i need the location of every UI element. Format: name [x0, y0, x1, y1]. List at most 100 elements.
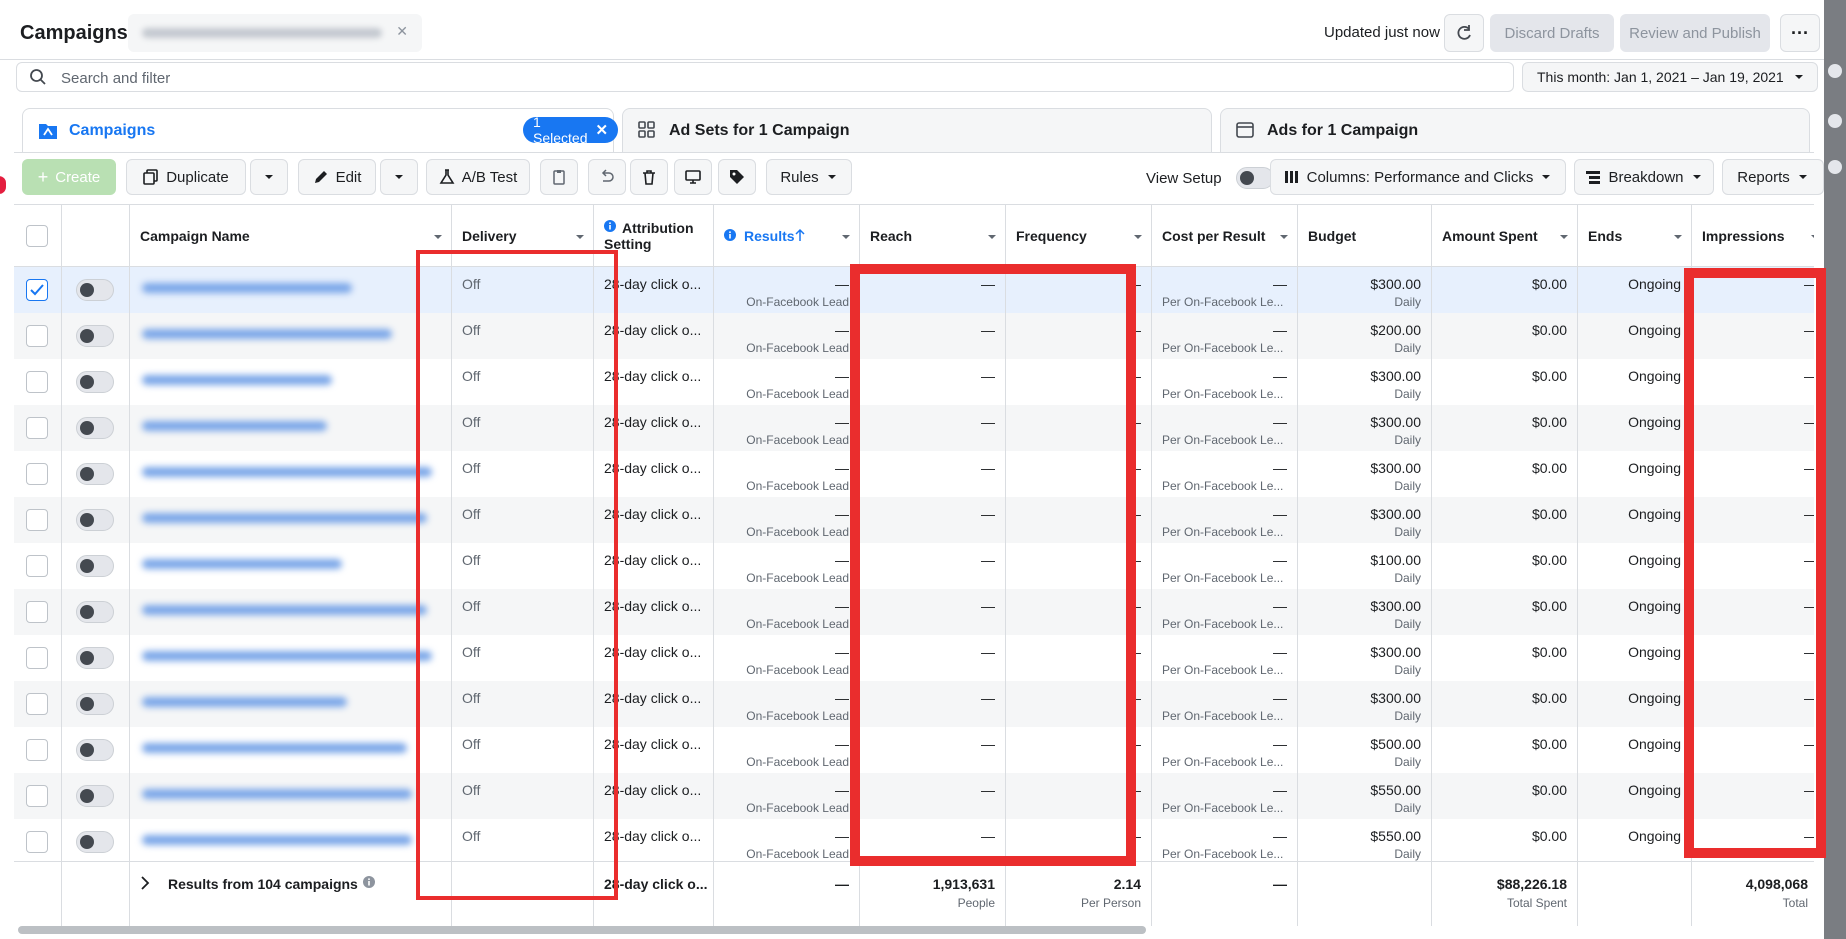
- row-checkbox[interactable]: [26, 785, 48, 807]
- campaign-on-off-toggle[interactable]: [76, 463, 114, 485]
- cell-frequency[interactable]: —: [1006, 819, 1152, 865]
- clear-icon[interactable]: ✕: [396, 23, 408, 40]
- table-row[interactable]: Off 28-day click o... — On-Facebook Lead — — —…: [14, 681, 1814, 727]
- cell-name[interactable]: [130, 635, 452, 681]
- cell-cost[interactable]: — Per On-Facebook Le...: [1152, 313, 1298, 359]
- refresh-button[interactable]: [1444, 14, 1484, 52]
- row-checkbox[interactable]: [26, 647, 48, 669]
- table-row[interactable]: Off 28-day click o... — On-Facebook Lead — — —…: [14, 635, 1814, 681]
- undo-button[interactable]: [588, 159, 626, 195]
- cell-frequency[interactable]: —: [1006, 359, 1152, 405]
- table-row[interactable]: Off 28-day click o... — On-Facebook Lead — — —…: [14, 267, 1814, 313]
- header-ends[interactable]: Ends: [1578, 205, 1692, 267]
- select-all-checkbox[interactable]: [26, 225, 48, 247]
- cell-delivery[interactable]: Off: [452, 359, 594, 405]
- date-range-selector[interactable]: This month: Jan 1, 2021 – Jan 19, 2021: [1522, 62, 1818, 92]
- cell-cost[interactable]: — Per On-Facebook Le...: [1152, 727, 1298, 773]
- cell-impressions[interactable]: —: [1692, 451, 1814, 497]
- cell-toggle[interactable]: [62, 359, 130, 405]
- campaign-on-off-toggle[interactable]: [76, 325, 114, 347]
- cell-results[interactable]: — On-Facebook Lead: [714, 727, 860, 773]
- clear-selection-icon[interactable]: ✕: [595, 121, 608, 139]
- edit-dropdown-button[interactable]: [380, 159, 418, 195]
- cell-reach[interactable]: —: [860, 451, 1006, 497]
- cell-budget[interactable]: $300.00 Daily: [1298, 635, 1432, 681]
- cell-frequency[interactable]: —: [1006, 681, 1152, 727]
- cell-toggle[interactable]: [62, 543, 130, 589]
- table-row[interactable]: Off 28-day click o... — On-Facebook Lead — — —…: [14, 405, 1814, 451]
- cell-spent[interactable]: $0.00: [1432, 773, 1578, 819]
- row-checkbox[interactable]: [26, 279, 48, 301]
- cell-results[interactable]: — On-Facebook Lead: [714, 819, 860, 865]
- cell-ends[interactable]: Ongoing: [1578, 451, 1692, 497]
- cell-frequency[interactable]: —: [1006, 405, 1152, 451]
- row-checkbox[interactable]: [26, 601, 48, 623]
- campaign-name-redacted[interactable]: [142, 605, 427, 615]
- more-options-button[interactable]: ···: [1780, 14, 1820, 52]
- cell-budget[interactable]: $100.00 Daily: [1298, 543, 1432, 589]
- cell-impressions[interactable]: —: [1692, 773, 1814, 819]
- cell-budget[interactable]: $300.00 Daily: [1298, 267, 1432, 313]
- tag-button[interactable]: [718, 159, 756, 195]
- row-checkbox[interactable]: [26, 509, 48, 531]
- cell-cost[interactable]: — Per On-Facebook Le...: [1152, 819, 1298, 865]
- cell-check[interactable]: [14, 727, 62, 773]
- campaign-name-redacted[interactable]: [142, 789, 412, 799]
- cell-budget[interactable]: $300.00 Daily: [1298, 359, 1432, 405]
- header-impressions[interactable]: Impressions: [1692, 205, 1814, 267]
- tab-campaigns[interactable]: Campaigns 1 Selected ✕: [22, 108, 619, 152]
- cell-check[interactable]: [14, 313, 62, 359]
- cell-ends[interactable]: Ongoing: [1578, 589, 1692, 635]
- cell-name[interactable]: [130, 313, 452, 359]
- cell-results[interactable]: — On-Facebook Lead: [714, 313, 860, 359]
- cell-spent[interactable]: $0.00: [1432, 819, 1578, 865]
- cell-delivery[interactable]: Off: [452, 497, 594, 543]
- sort-caret-icon[interactable]: [987, 232, 997, 242]
- cell-ends[interactable]: Ongoing: [1578, 681, 1692, 727]
- cell-delivery[interactable]: Off: [452, 681, 594, 727]
- cell-check[interactable]: [14, 497, 62, 543]
- campaign-name-redacted[interactable]: [142, 651, 432, 661]
- row-checkbox[interactable]: [26, 693, 48, 715]
- cell-results[interactable]: — On-Facebook Lead: [714, 681, 860, 727]
- campaign-on-off-toggle[interactable]: [76, 509, 114, 531]
- cell-name[interactable]: [130, 681, 452, 727]
- reports-button[interactable]: Reports: [1722, 159, 1824, 195]
- table-row[interactable]: Off 28-day click o... — On-Facebook Lead — — —…: [14, 727, 1814, 773]
- cell-frequency[interactable]: —: [1006, 267, 1152, 313]
- campaign-name-redacted[interactable]: [142, 697, 347, 707]
- cell-ends[interactable]: Ongoing: [1578, 313, 1692, 359]
- selected-count-badge[interactable]: 1 Selected ✕: [523, 114, 619, 146]
- cell-spent[interactable]: $0.00: [1432, 451, 1578, 497]
- cell-impressions[interactable]: —: [1692, 359, 1814, 405]
- cell-reach[interactable]: —: [860, 497, 1006, 543]
- sort-caret-icon[interactable]: [1810, 232, 1814, 242]
- cell-results[interactable]: — On-Facebook Lead: [714, 359, 860, 405]
- campaign-name-redacted[interactable]: [142, 375, 332, 385]
- side-panel-icon[interactable]: [1828, 160, 1842, 174]
- campaign-name-redacted[interactable]: [142, 329, 392, 339]
- cell-ends[interactable]: Ongoing: [1578, 819, 1692, 865]
- header-attribution-setting[interactable]: Attribution Setting: [594, 205, 714, 267]
- campaign-on-off-toggle[interactable]: [76, 371, 114, 393]
- side-panel-icon[interactable]: [1828, 64, 1842, 78]
- cell-name[interactable]: [130, 727, 452, 773]
- campaign-name-redacted[interactable]: [142, 559, 342, 569]
- campaign-name-redacted[interactable]: [142, 421, 327, 431]
- cell-budget[interactable]: $300.00 Daily: [1298, 405, 1432, 451]
- row-checkbox[interactable]: [26, 739, 48, 761]
- cell-ends[interactable]: Ongoing: [1578, 405, 1692, 451]
- campaign-on-off-toggle[interactable]: [76, 785, 114, 807]
- cell-delivery[interactable]: Off: [452, 727, 594, 773]
- cell-name[interactable]: [130, 589, 452, 635]
- cell-results[interactable]: — On-Facebook Lead: [714, 589, 860, 635]
- delete-button[interactable]: [630, 159, 668, 195]
- cell-ends[interactable]: Ongoing: [1578, 359, 1692, 405]
- cell-check[interactable]: [14, 819, 62, 865]
- cell-delivery[interactable]: Off: [452, 773, 594, 819]
- cell-cost[interactable]: — Per On-Facebook Le...: [1152, 543, 1298, 589]
- cell-spent[interactable]: $0.00: [1432, 267, 1578, 313]
- cell-impressions[interactable]: —: [1692, 313, 1814, 359]
- header-cost-per-result[interactable]: Cost per Result: [1152, 205, 1298, 267]
- duplicate-dropdown-button[interactable]: [250, 159, 288, 195]
